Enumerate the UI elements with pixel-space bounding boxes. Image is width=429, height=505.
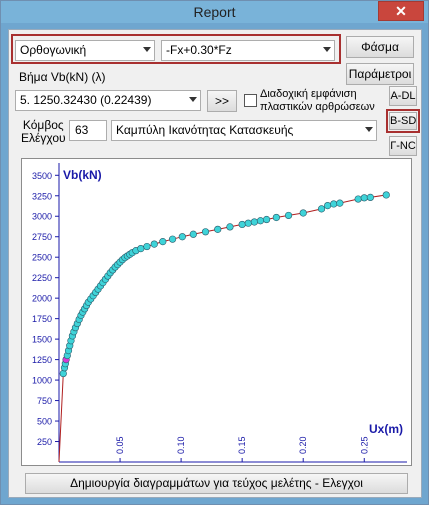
load-combination-select[interactable]: -Fx+0.30*Fz [161, 40, 335, 61]
chevron-down-icon [143, 47, 151, 52]
data-point [354, 195, 362, 203]
control-node-input[interactable]: 63 [69, 120, 107, 141]
data-point [201, 228, 210, 236]
close-icon: ✕ [395, 3, 407, 19]
step-select[interactable]: 5. 1250.32430 (0.22439) [15, 90, 201, 111]
y-tick-label: 3000 [32, 212, 52, 222]
data-point [178, 233, 186, 241]
data-point [226, 223, 234, 231]
data-point [238, 220, 246, 229]
chevron-down-icon [189, 97, 197, 102]
sequential-hinges-label: Διαδοχική εμφάνιση πλαστικών αρθρώσεων [260, 88, 375, 113]
x-tick-label: 0.20 [298, 436, 308, 454]
data-point [150, 240, 158, 248]
data-point [317, 205, 326, 213]
report-window: Report ✕ Ορθογωνική -Fx+0.30*Fz Φάσμα Πα… [0, 0, 429, 505]
x-tick-label: 0.15 [237, 436, 247, 454]
load-combination-value: -Fx+0.30*Fz [166, 43, 232, 57]
close-button[interactable]: ✕ [378, 1, 424, 21]
capacity-curve-chart: 250 500 750 1000 1250 1500 1750 2000 2250 2500 275… [21, 158, 412, 466]
data-point [137, 245, 145, 253]
x-tick-label: 0.25 [359, 436, 369, 454]
data-point [330, 200, 338, 208]
y-tick-label: 3250 [32, 191, 52, 201]
data-point [336, 199, 344, 207]
data-point [360, 194, 368, 202]
title-bar[interactable]: Report ✕ [1, 1, 428, 23]
data-point [256, 217, 265, 225]
x-axis-label: Ux(m) [369, 422, 403, 436]
data-point [262, 215, 271, 224]
sequential-hinges-checkbox[interactable] [244, 94, 257, 107]
client-area: Ορθογωνική -Fx+0.30*Fz Φάσμα Παράμετροι … [8, 29, 422, 498]
data-point [284, 211, 293, 220]
data-point [366, 193, 374, 202]
section-type-select[interactable]: Ορθογωνική [15, 40, 155, 61]
window-title: Report [193, 4, 236, 20]
y-tick-label: 1500 [32, 335, 52, 345]
step-value: 5. 1250.32430 (0.22439) [20, 93, 152, 107]
next-step-button[interactable]: >> [207, 90, 237, 112]
y-tick-label: 500 [37, 417, 52, 427]
data-point [168, 235, 177, 243]
y-tick-group: 250 500 750 1000 1250 1500 1750 2000 2250 2500 275… [32, 171, 59, 447]
y-tick-label: 3500 [32, 171, 52, 181]
chevron-down-icon [323, 47, 331, 52]
y-tick-label: 2750 [32, 232, 52, 242]
generate-diagrams-button[interactable]: Δημιουργία διαγραμμάτων για τεύχος μελέτ… [25, 473, 408, 494]
gnc-performance-button[interactable]: Γ-NC [389, 136, 417, 156]
y-tick-label: 2000 [32, 294, 52, 304]
curve-type-select[interactable]: Καμπύλη Ικανότητας Κατασκευής [111, 120, 377, 141]
chevron-down-icon [365, 127, 373, 132]
spectrum-button[interactable]: Φάσμα [346, 36, 414, 58]
bsd-performance-button[interactable]: B-SD [389, 112, 417, 130]
data-point [324, 201, 332, 210]
parameters-button[interactable]: Παράμετροι [346, 63, 414, 85]
y-tick-label: 2500 [32, 253, 52, 263]
data-point [189, 230, 197, 238]
data-point [159, 238, 167, 246]
curve-type-value: Καμπύλη Ικανότητας Κατασκευής [116, 123, 294, 137]
y-tick-label: 250 [37, 437, 52, 447]
data-point [214, 225, 222, 233]
y-tick-label: 1000 [32, 376, 52, 386]
capacity-curve-line [58, 194, 387, 463]
data-point [299, 209, 307, 217]
x-tick-group: 0.05 0.10 0.15 0.20 0.25 [115, 436, 369, 462]
y-axis-label: Vb(kN) [63, 168, 102, 182]
y-tick-label: 1250 [32, 355, 52, 365]
ad-performance-button[interactable]: A-DL [389, 86, 417, 106]
chart-svg: 250 500 750 1000 1250 1500 1750 2000 2250 2500 275… [32, 163, 407, 463]
data-point [382, 191, 390, 199]
data-points-group [59, 191, 390, 378]
section-type-value: Ορθογωνική [20, 43, 87, 57]
y-tick-label: 1750 [32, 314, 52, 324]
data-point [244, 219, 252, 227]
step-label: Βήμα Vb(kN) (λ) [19, 70, 106, 84]
control-node-label: Κόμβος Ελέγχου [21, 118, 66, 145]
data-point [250, 218, 258, 226]
x-tick-label: 0.05 [115, 436, 125, 454]
data-point [143, 242, 151, 251]
y-tick-label: 2250 [32, 273, 52, 283]
data-point [272, 213, 280, 222]
y-tick-label: 750 [37, 396, 52, 406]
x-tick-label: 0.10 [176, 436, 186, 454]
